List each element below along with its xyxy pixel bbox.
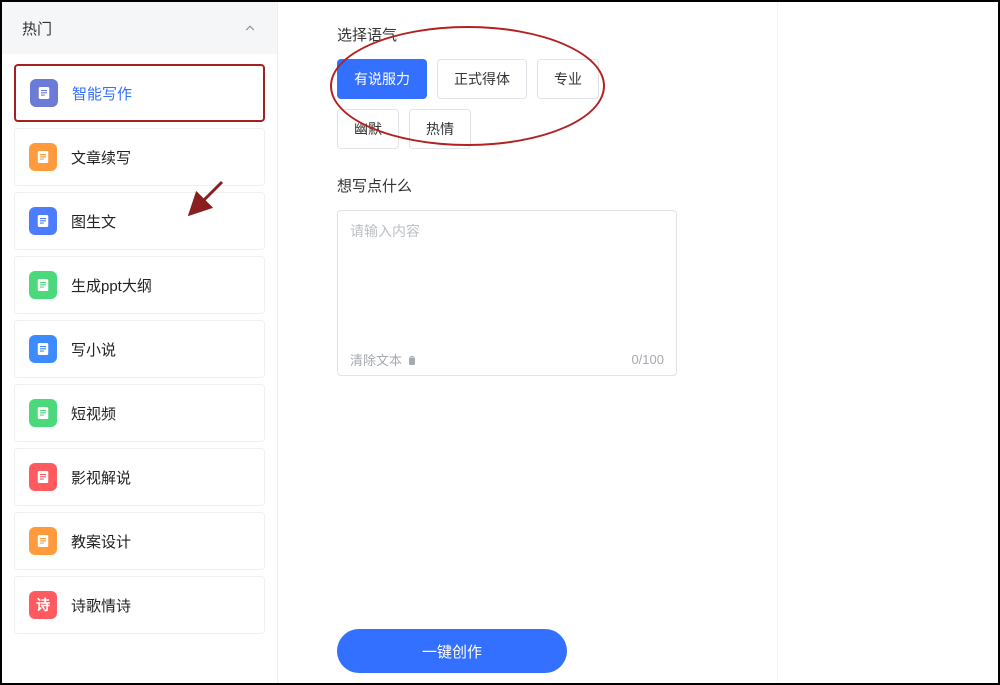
sidebar-item[interactable]: 教案设计 [14,512,265,570]
right-divider [777,2,778,683]
sidebar-item-label: 影视解说 [71,467,131,488]
prompt-section-title: 想写点什么 [337,175,958,196]
document-icon [29,271,57,299]
document-icon: 诗 [29,591,57,619]
sidebar-items: 智能写作文章续写图生文生成ppt大纲写小说短视频影视解说教案设计诗诗歌情诗 [2,54,277,634]
sidebar-item[interactable]: 文章续写 [14,128,265,186]
sidebar-item[interactable]: 写小说 [14,320,265,378]
sidebar-item-label: 智能写作 [72,83,132,104]
prompt-textarea-wrapper: 清除文本 0/100 [337,210,677,376]
main-panel: 选择语气 有说服力正式得体专业幽默热情 想写点什么 清除文本 0/100 一键创… [277,2,998,683]
tone-options: 有说服力正式得体专业幽默热情 [337,59,637,149]
sidebar-item[interactable]: 智能写作 [14,64,265,122]
document-icon [29,143,57,171]
sidebar: 热门 智能写作文章续写图生文生成ppt大纲写小说短视频影视解说教案设计诗诗歌情诗 [2,2,277,683]
generate-button[interactable]: 一键创作 [337,629,567,673]
tone-section-title: 选择语气 [337,24,958,45]
char-counter: 0/100 [631,352,664,367]
sidebar-item-label: 生成ppt大纲 [71,275,152,296]
sidebar-item-label: 短视频 [71,403,116,424]
document-icon [29,399,57,427]
sidebar-item-label: 文章续写 [71,147,131,168]
document-icon [29,207,57,235]
sidebar-item-label: 写小说 [71,339,116,360]
tone-option[interactable]: 专业 [537,59,599,99]
document-icon [29,463,57,491]
document-icon [29,527,57,555]
app-frame: 热门 智能写作文章续写图生文生成ppt大纲写小说短视频影视解说教案设计诗诗歌情诗… [0,0,1000,685]
trash-icon [406,354,418,366]
document-icon [30,79,58,107]
prompt-textarea[interactable] [350,221,664,341]
sidebar-item[interactable]: 生成ppt大纲 [14,256,265,314]
clear-text-button[interactable]: 清除文本 [350,350,418,369]
textarea-footer: 清除文本 0/100 [350,350,664,369]
sidebar-item-label: 诗歌情诗 [71,595,131,616]
sidebar-section-header[interactable]: 热门 [2,2,277,54]
document-icon [29,335,57,363]
chevron-up-icon [243,21,257,35]
tone-option[interactable]: 正式得体 [437,59,527,99]
vertical-divider [277,2,278,683]
sidebar-item[interactable]: 诗诗歌情诗 [14,576,265,634]
tone-option[interactable]: 幽默 [337,109,399,149]
tone-option[interactable]: 热情 [409,109,471,149]
sidebar-item[interactable]: 图生文 [14,192,265,250]
sidebar-item[interactable]: 短视频 [14,384,265,442]
sidebar-item-label: 教案设计 [71,531,131,552]
tone-option[interactable]: 有说服力 [337,59,427,99]
sidebar-item-label: 图生文 [71,211,116,232]
sidebar-item[interactable]: 影视解说 [14,448,265,506]
clear-text-label: 清除文本 [350,350,402,369]
sidebar-section-title: 热门 [22,18,52,39]
